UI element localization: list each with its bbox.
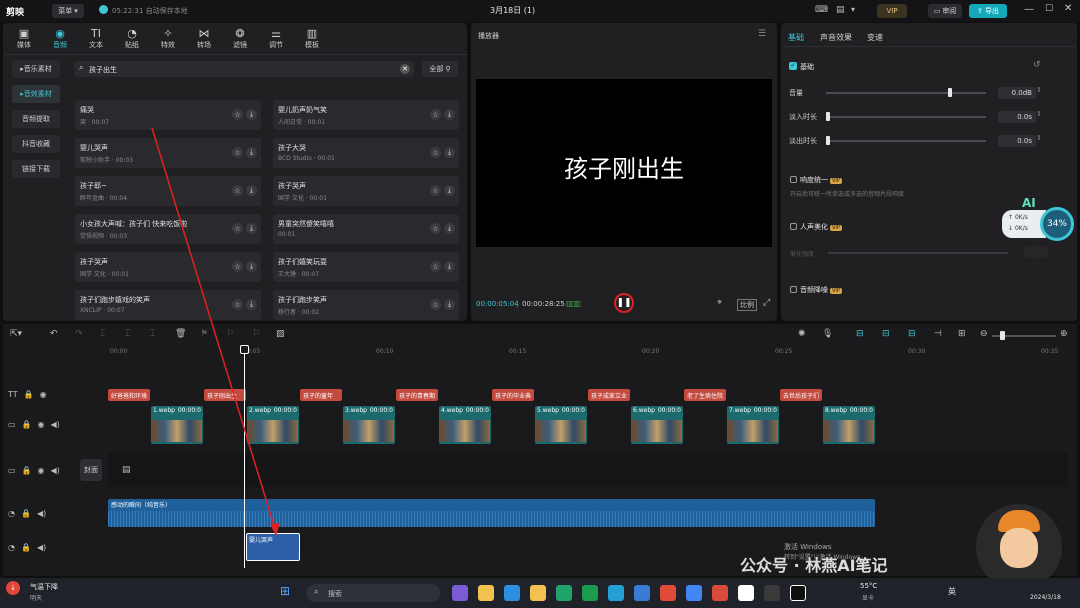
- taskbar: ↓ 气温下降 明天 ⊞ ⌕ 搜索 55°C 显卡 英 2024/3/18: [0, 578, 1080, 608]
- weather-title[interactable]: 气温下降: [30, 582, 58, 592]
- app-icon-jianying[interactable]: [790, 585, 806, 601]
- taskbar-date: 2024/3/18: [1030, 594, 1061, 601]
- app-icon-office[interactable]: [660, 585, 676, 601]
- app-icon-red[interactable]: [712, 585, 728, 601]
- app-icon-white[interactable]: [738, 585, 754, 601]
- weather-sub: 明天: [30, 595, 43, 602]
- avatar-face: [1000, 528, 1038, 568]
- activation-line1: 激活 Windows: [784, 543, 832, 551]
- taskbar-search-input[interactable]: 搜索: [328, 589, 342, 599]
- app-icon-media[interactable]: [608, 585, 624, 601]
- app-icon-edge[interactable]: [556, 585, 572, 601]
- search-icon: ⌕: [314, 587, 319, 596]
- app-icon-chrome[interactable]: [686, 585, 702, 601]
- app-icon-vscode[interactable]: [504, 585, 520, 601]
- app-icon-terminal[interactable]: [764, 585, 780, 601]
- gpu-temp: 55°C: [860, 582, 878, 590]
- app-icon-tool[interactable]: [634, 585, 650, 601]
- watermark: 公众号 · 林燕AI笔记: [740, 556, 888, 575]
- app-icon-folder[interactable]: [530, 585, 546, 601]
- annotation-arrow: [151, 127, 280, 536]
- weather-alert-icon[interactable]: ↓: [6, 581, 20, 595]
- app-icon-copilot[interactable]: [452, 585, 468, 601]
- ime-indicator[interactable]: 英: [948, 586, 956, 597]
- app-icon-wechat[interactable]: [582, 585, 598, 601]
- app-icon-explorer[interactable]: [478, 585, 494, 601]
- windows-start-icon[interactable]: ⊞: [280, 584, 290, 598]
- taskbar-search[interactable]: ⌕ 搜索: [306, 584, 440, 602]
- gpu-temp-label: 显卡: [862, 595, 875, 602]
